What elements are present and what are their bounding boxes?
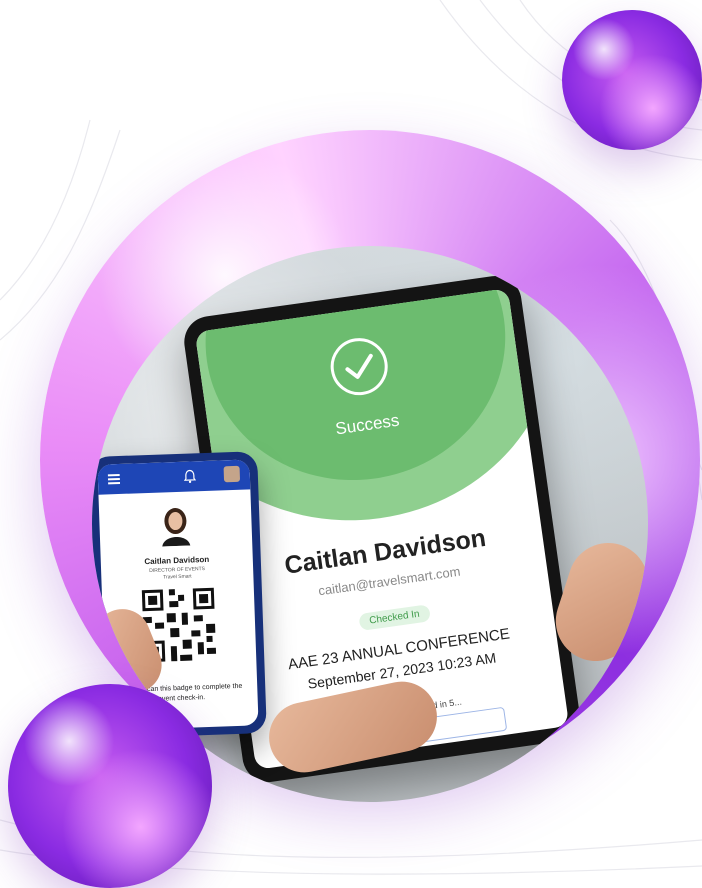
avatar[interactable]	[223, 465, 241, 483]
check-circle-icon	[330, 338, 388, 396]
decorative-sphere-bottom	[8, 684, 212, 888]
phone-header	[97, 459, 251, 495]
bell-icon[interactable]	[183, 469, 197, 484]
menu-icon[interactable]	[107, 473, 121, 485]
decorative-sphere-top	[562, 10, 702, 150]
profile-photo	[162, 508, 191, 547]
status-badge: Checked In	[358, 604, 431, 631]
